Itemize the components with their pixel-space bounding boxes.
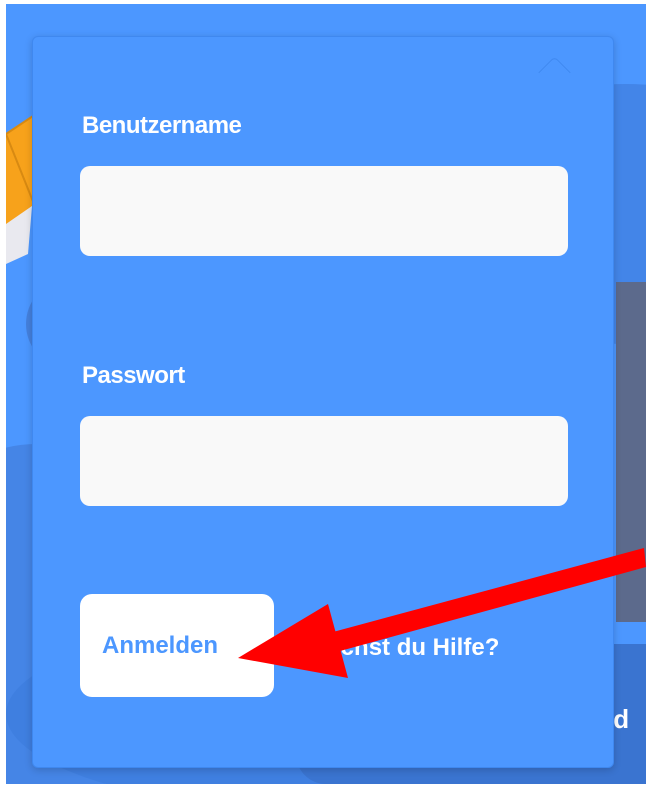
username-label: Benutzername [82,112,242,139]
dropdown-caret [538,56,571,89]
username-input[interactable] [80,166,568,256]
login-button[interactable]: Anmelden [80,594,274,697]
password-label: Passwort [82,362,185,389]
help-link[interactable]: Brauchst du Hilfe? [286,634,499,662]
background-image-panel [616,282,646,622]
password-input[interactable] [80,416,568,506]
